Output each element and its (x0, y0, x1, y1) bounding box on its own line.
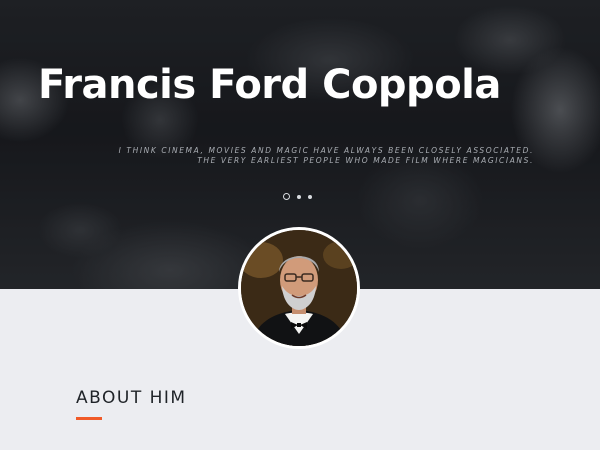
carousel-dots (283, 193, 312, 200)
carousel-dot-2[interactable] (297, 194, 301, 199)
avatar (238, 227, 360, 349)
carousel-dot-1[interactable] (283, 193, 290, 200)
heading-underline (76, 417, 102, 420)
hero-quote: I think cinema, movies and magic have al… (74, 146, 534, 166)
quote-line-1: I think cinema, movies and magic have al… (118, 146, 534, 155)
profile-page: Francis Ford Coppola I think cinema, mov… (0, 0, 600, 450)
page-title: Francis Ford Coppola (38, 62, 501, 108)
about-section: ABOUT HIM (76, 388, 187, 420)
portrait-photo-icon (241, 230, 357, 346)
about-heading: ABOUT HIM (76, 388, 187, 408)
carousel-dot-3[interactable] (308, 194, 312, 199)
quote-line-2: The very earliest people who made film w… (197, 156, 534, 165)
